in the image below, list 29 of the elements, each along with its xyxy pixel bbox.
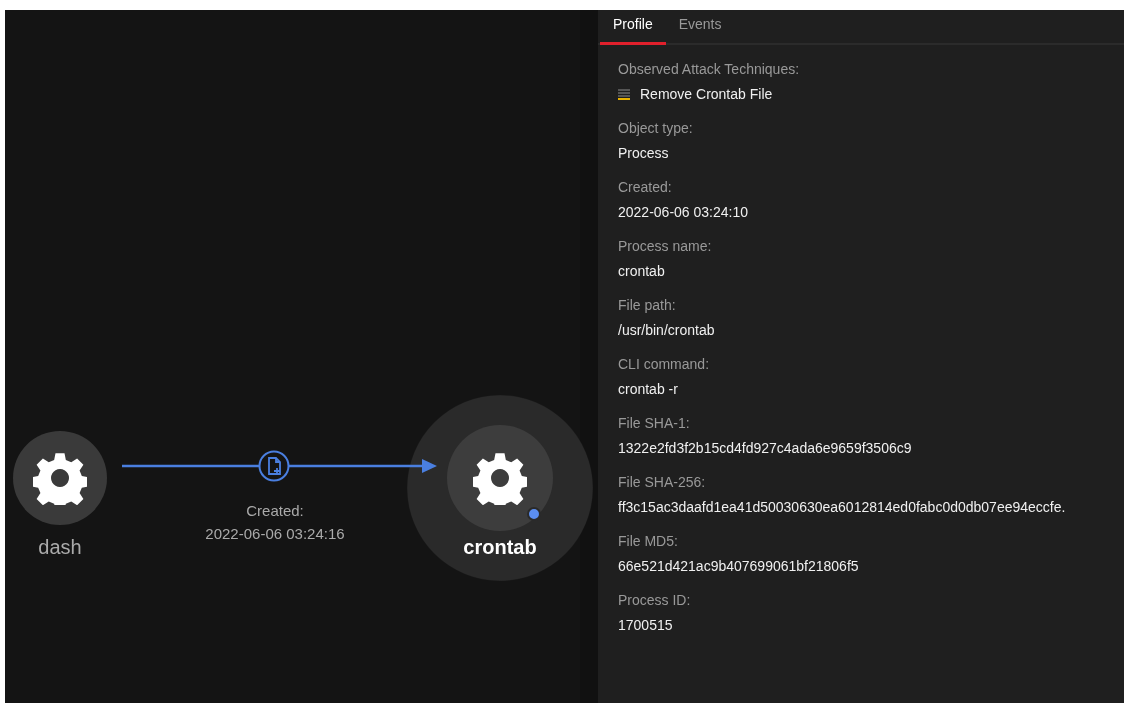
field-value: Process xyxy=(618,145,670,162)
field-value: ff3c15ac3daafd1ea41d50030630ea6012814ed0fabc0d0db07ee94eccfe. xyxy=(618,499,1067,516)
field-label: CLI command: xyxy=(618,356,711,373)
field-label: Process name: xyxy=(618,238,713,255)
technique-name[interactable]: Remove Crontab File xyxy=(640,86,773,103)
gear-icon xyxy=(473,451,527,505)
edge-label: Created: xyxy=(246,502,304,519)
field-value: 1322e2fd3f2b15cd4fd927c4ada6e9659f3506c9 xyxy=(618,440,913,457)
field-label: Observed Attack Techniques: xyxy=(618,61,801,78)
field-value: /usr/bin/crontab xyxy=(618,322,716,339)
field-label: Object type: xyxy=(618,120,694,137)
field-label: File SHA-256: xyxy=(618,474,707,491)
tab[interactable]: Events xyxy=(665,10,735,45)
field-label: Created: xyxy=(618,179,673,196)
field-value: 66e521d421ac9b407699061bf21806f5 xyxy=(618,558,860,575)
field-label: File path: xyxy=(618,297,677,314)
field-value: crontab xyxy=(618,263,666,280)
field-label: File MD5: xyxy=(618,533,679,550)
field-value: 2022-06-06 03:24:10 xyxy=(618,204,749,221)
edge-time: 2022-06-06 03:24:16 xyxy=(205,525,345,542)
gear-icon xyxy=(33,451,87,505)
tab[interactable]: Profile xyxy=(600,10,666,45)
file-add-icon xyxy=(258,450,290,482)
field-label: File SHA-1: xyxy=(618,415,691,432)
field-label: Process ID: xyxy=(618,592,692,609)
node-label: crontab xyxy=(462,536,538,559)
field-value: crontab -r xyxy=(618,381,679,398)
field-value: 1700515 xyxy=(618,617,674,634)
node-label: dash xyxy=(37,536,83,559)
